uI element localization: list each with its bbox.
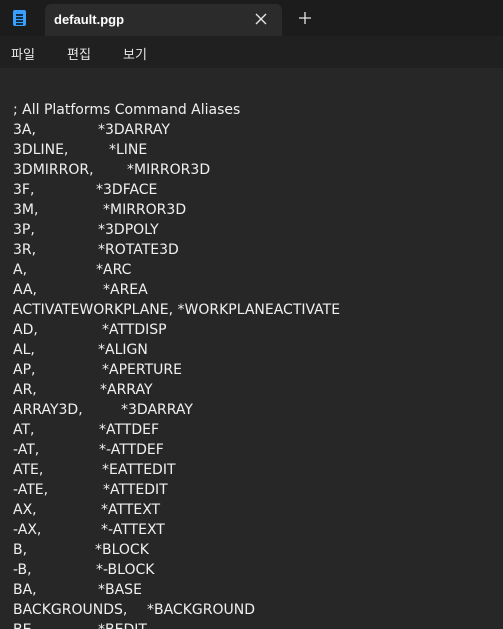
command-text: *EATTEDIT xyxy=(102,462,176,478)
alias-text: AD, xyxy=(13,322,38,338)
notepad-icon xyxy=(13,10,26,26)
menu-bar: 파일 편집 보기 xyxy=(0,36,503,68)
text-line: 3P, *3DPOLY xyxy=(13,220,159,240)
alias-text: BACKGROUNDS, xyxy=(13,602,128,618)
alias-text: AP, xyxy=(13,362,36,378)
text-line: BACKGROUNDS, *BACKGROUND xyxy=(13,600,255,620)
text-line: ARRAY3D, *3DARRAY xyxy=(13,400,193,420)
alias-text: 3P, xyxy=(13,222,35,238)
close-icon[interactable] xyxy=(254,12,268,26)
command-text: *LINE xyxy=(109,142,148,158)
text-line: 3M, *MIRROR3D xyxy=(13,200,186,220)
alias-text: ACTIVATEWORKPLANE, *WORKPLANEACTIVATE xyxy=(13,302,341,318)
command-text: *AREA xyxy=(103,282,148,298)
command-text: *-ATTDEF xyxy=(99,442,164,458)
text-line: 3A, *3DARRAY xyxy=(13,120,170,140)
alias-text: 3M, xyxy=(13,202,39,218)
command-text: *ARRAY xyxy=(100,382,153,398)
text-line: 3DMIRROR, *MIRROR3D xyxy=(13,160,210,180)
alias-text: AT, xyxy=(13,422,35,438)
alias-text: 3R, xyxy=(13,242,37,258)
comment-line: ; All Platforms Command Aliases xyxy=(13,102,241,118)
text-line: BE, *BEDIT xyxy=(13,620,147,629)
command-text: *ROTATE3D xyxy=(98,242,179,258)
text-line: 3F, *3DFACE xyxy=(13,180,157,200)
alias-text: -ATE, xyxy=(13,482,49,498)
text-line: 3R, *ROTATE3D xyxy=(13,240,179,260)
text-editor[interactable]: ; All Platforms Command Aliases 3A, *3DAR… xyxy=(0,68,503,629)
command-text: *3DPOLY xyxy=(98,222,159,238)
command-text: *APERTURE xyxy=(102,362,182,378)
text-line: AR, *ARRAY xyxy=(13,380,153,400)
menu-file[interactable]: 파일 xyxy=(11,44,35,63)
command-text: *MIRROR3D xyxy=(103,202,187,218)
command-text: *ATTDISP xyxy=(102,322,167,338)
tab-title: default.pgp xyxy=(54,12,125,27)
text-line: 3DLINE, *LINE xyxy=(13,140,147,160)
text-line: -B, *-BLOCK xyxy=(13,560,154,580)
text-line: AL, *ALIGN xyxy=(13,340,148,360)
command-text: *BACKGROUND xyxy=(147,602,255,618)
alias-text: -AX, xyxy=(13,522,42,538)
text-line: AD, *ATTDISP xyxy=(13,320,167,340)
text-line: ACTIVATEWORKPLANE, *WORKPLANEACTIVATE xyxy=(13,300,340,320)
alias-text: A, xyxy=(13,262,28,278)
alias-text: 3DMIRROR, xyxy=(13,162,94,178)
command-text: *BLOCK xyxy=(95,542,149,558)
menu-edit[interactable]: 편집 xyxy=(67,44,91,63)
command-text: *ARC xyxy=(96,262,132,278)
alias-text: AR, xyxy=(13,382,37,398)
tab-default-pgp[interactable]: default.pgp xyxy=(45,4,282,36)
text-line: AP, *APERTURE xyxy=(13,360,182,380)
tab-bar: default.pgp xyxy=(0,0,503,36)
text-line: AA, *AREA xyxy=(13,280,148,300)
alias-text: AX, xyxy=(13,502,37,518)
command-text: *3DARRAY xyxy=(121,402,193,418)
command-text: *-ATTEXT xyxy=(101,522,165,538)
text-line: B, *BLOCK xyxy=(13,540,149,560)
text-line: -ATE, *ATTEDIT xyxy=(13,480,168,500)
alias-text: AL, xyxy=(13,342,35,358)
text-line: -AT, *-ATTDEF xyxy=(13,440,164,460)
command-text: *ATTEDIT xyxy=(103,482,168,498)
command-text: *3DARRAY xyxy=(98,122,170,138)
text-line: AX, *ATTEXT xyxy=(13,500,160,520)
alias-text: ARRAY3D, xyxy=(13,402,83,418)
command-text: *BASE xyxy=(98,582,142,598)
text-line: A, *ARC xyxy=(13,260,131,280)
menu-view[interactable]: 보기 xyxy=(123,44,147,63)
alias-text: -B, xyxy=(13,562,32,578)
command-text: *ALIGN xyxy=(98,342,148,358)
alias-text: BA, xyxy=(13,582,37,598)
alias-text: -AT, xyxy=(13,442,40,458)
command-text: *ATTEXT xyxy=(101,502,161,518)
alias-text: B, xyxy=(13,542,28,558)
command-text: *BEDIT xyxy=(98,620,147,629)
alias-text: BE, xyxy=(13,622,36,629)
alias-text: AA, xyxy=(13,282,37,298)
text-line: ATE, *EATTEDIT xyxy=(13,460,176,480)
text-line: BA, *BASE xyxy=(13,580,142,600)
alias-text: ATE, xyxy=(13,462,44,478)
text-line: AT, *ATTDEF xyxy=(13,420,159,440)
command-text: *ATTDEF xyxy=(99,422,160,438)
command-text: *3DFACE xyxy=(96,182,158,198)
alias-text: 3DLINE, xyxy=(13,142,69,158)
command-text: *MIRROR3D xyxy=(127,162,211,178)
alias-text: 3F, xyxy=(13,182,35,198)
command-text: *-BLOCK xyxy=(96,562,155,578)
text-line: -AX, *-ATTEXT xyxy=(13,520,165,540)
notepad-window: default.pgp 파일 편집 보기 ; All Platforms Com… xyxy=(0,0,503,629)
plus-icon[interactable] xyxy=(298,11,312,25)
alias-text: 3A, xyxy=(13,122,36,138)
